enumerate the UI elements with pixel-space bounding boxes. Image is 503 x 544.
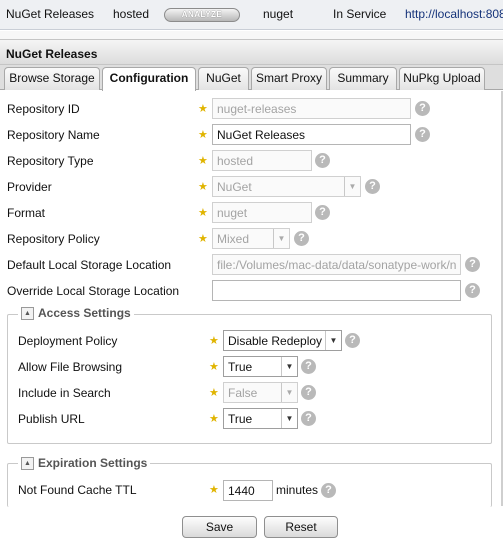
repository-id-label: Repository ID xyxy=(7,102,80,116)
publish-url-value: True xyxy=(228,412,253,426)
include-search-value: False xyxy=(228,386,258,400)
chevron-down-icon[interactable]: ▼ xyxy=(273,229,289,248)
repo-format-cell: nuget xyxy=(263,7,294,21)
chevron-down-icon[interactable]: ▼ xyxy=(281,357,297,376)
repository-policy-select[interactable]: Mixed ▼ xyxy=(212,228,290,249)
help-icon[interactable]: ? xyxy=(415,127,430,142)
not-found-ttl-field[interactable]: 1440 xyxy=(223,480,273,501)
access-settings-legend[interactable]: ▲ Access Settings xyxy=(18,306,134,321)
default-storage-label: Default Local Storage Location xyxy=(7,258,172,272)
repository-name-label: Repository Name xyxy=(7,128,100,142)
help-icon[interactable]: ? xyxy=(321,483,336,498)
allow-browsing-label: Allow File Browsing xyxy=(18,360,123,374)
help-icon[interactable]: ? xyxy=(301,359,316,374)
required-star-icon: ★ xyxy=(198,129,208,141)
tab-configuration[interactable]: Configuration xyxy=(102,67,196,91)
deployment-policy-value: Disable Redeploy xyxy=(228,334,323,348)
provider-label: Provider xyxy=(7,180,52,194)
repository-policy-label: Repository Policy xyxy=(7,232,100,246)
include-search-label: Include in Search xyxy=(18,386,111,400)
required-star-icon: ★ xyxy=(198,155,208,167)
repo-name-cell: NuGet Releases xyxy=(6,7,95,21)
not-found-ttl-unit: minutes xyxy=(276,483,319,497)
help-icon[interactable]: ? xyxy=(301,385,316,400)
override-storage-label: Override Local Storage Location xyxy=(7,284,180,298)
default-storage-field[interactable]: file:/Volumes/mac-data/data/sonatype-wor… xyxy=(212,254,461,275)
publish-url-select[interactable]: True ▼ xyxy=(223,408,298,429)
repository-type-field[interactable]: hosted xyxy=(212,150,312,171)
required-star-icon: ★ xyxy=(209,361,219,373)
repo-status-cell: In Service xyxy=(333,7,387,21)
allow-browsing-value: True xyxy=(228,360,253,374)
required-star-icon: ★ xyxy=(209,335,219,347)
tab-nuget[interactable]: NuGet xyxy=(198,67,249,90)
chevron-down-icon[interactable]: ▼ xyxy=(281,409,297,428)
repository-list-row[interactable]: NuGet Releases hosted ANALYZE nuget In S… xyxy=(0,0,503,30)
help-icon[interactable]: ? xyxy=(315,205,330,220)
format-label: Format xyxy=(7,206,46,220)
help-icon[interactable]: ? xyxy=(465,283,480,298)
required-star-icon: ★ xyxy=(198,233,208,245)
repository-type-label: Repository Type xyxy=(7,154,94,168)
provider-select[interactable]: NuGet ▼ xyxy=(212,176,361,197)
help-icon[interactable]: ? xyxy=(294,231,309,246)
help-icon[interactable]: ? xyxy=(465,257,480,272)
tab-browse-storage[interactable]: Browse Storage xyxy=(4,67,100,90)
required-star-icon: ★ xyxy=(198,181,208,193)
repository-policy-value: Mixed xyxy=(217,232,250,246)
collapse-icon[interactable]: ▲ xyxy=(21,457,34,471)
splitter[interactable] xyxy=(0,31,503,39)
not-found-ttl-label: Not Found Cache TTL xyxy=(18,483,137,497)
required-star-icon: ★ xyxy=(198,103,208,115)
panel-header: NuGet Releases xyxy=(0,39,503,65)
help-icon[interactable]: ? xyxy=(345,333,360,348)
help-icon[interactable]: ? xyxy=(415,101,430,116)
tab-summary[interactable]: Summary xyxy=(329,67,397,90)
chevron-down-icon[interactable]: ▼ xyxy=(281,383,297,402)
required-star-icon: ★ xyxy=(209,387,219,399)
help-icon[interactable]: ? xyxy=(315,153,330,168)
tab-bar: Browse Storage Configuration NuGet Smart… xyxy=(0,65,503,91)
analyze-button[interactable]: ANALYZE xyxy=(164,8,240,22)
repo-type-cell: hosted xyxy=(113,7,150,21)
override-storage-field[interactable] xyxy=(212,280,461,301)
deployment-policy-label: Deployment Policy xyxy=(18,334,118,348)
publish-url-label: Publish URL xyxy=(18,412,85,426)
repo-url-link[interactable]: http://localhost:8081 xyxy=(405,7,503,21)
include-search-select[interactable]: False ▼ xyxy=(223,382,298,403)
collapse-icon[interactable]: ▲ xyxy=(21,307,34,321)
help-icon[interactable]: ? xyxy=(365,179,380,194)
panel-title: NuGet Releases xyxy=(6,47,98,61)
reset-button[interactable]: Reset xyxy=(264,516,338,538)
tab-nupkg-upload[interactable]: NuPkg Upload xyxy=(399,67,485,90)
deployment-policy-select[interactable]: Disable Redeploy ▼ xyxy=(223,330,342,351)
save-button[interactable]: Save xyxy=(182,516,257,538)
repository-id-field[interactable]: nuget-releases xyxy=(212,98,411,119)
expiration-settings-legend[interactable]: ▲ Expiration Settings xyxy=(18,456,151,471)
repository-name-field[interactable]: NuGet Releases xyxy=(212,124,411,145)
required-star-icon: ★ xyxy=(209,484,219,496)
required-star-icon: ★ xyxy=(209,413,219,425)
provider-value: NuGet xyxy=(217,180,252,194)
chevron-down-icon[interactable]: ▼ xyxy=(344,177,360,196)
tab-smart-proxy[interactable]: Smart Proxy xyxy=(251,67,327,90)
required-star-icon: ★ xyxy=(198,207,208,219)
format-field[interactable]: nuget xyxy=(212,202,312,223)
chevron-down-icon[interactable]: ▼ xyxy=(325,331,341,350)
allow-browsing-select[interactable]: True ▼ xyxy=(223,356,298,377)
help-icon[interactable]: ? xyxy=(301,411,316,426)
